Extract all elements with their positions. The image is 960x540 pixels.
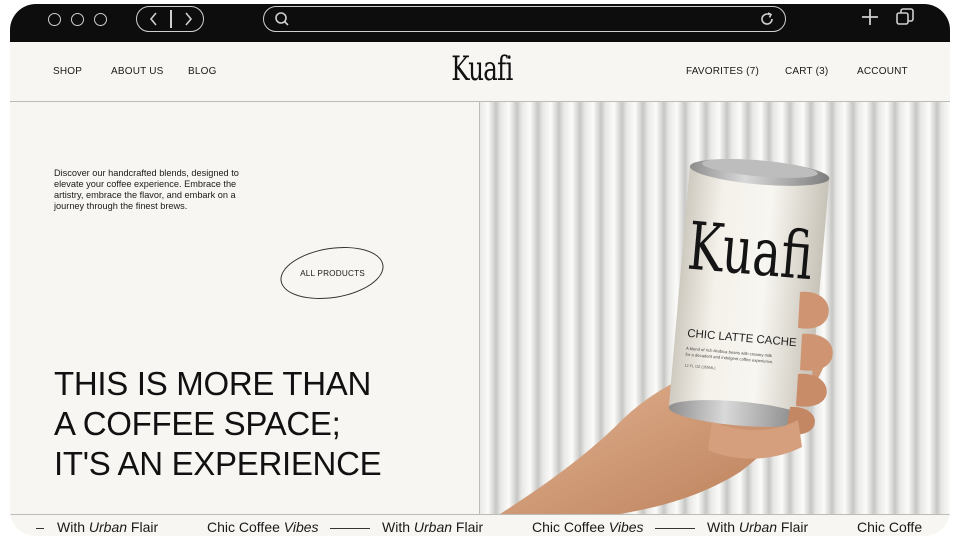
intro-text: Discover our handcrafted blends, designe… xyxy=(54,168,239,211)
nav-about-link[interactable]: ABOUT US xyxy=(111,66,164,77)
hand-holding-can-illustration: Kuafi CHIC LATTE CACHE A blend of rich A… xyxy=(500,158,833,514)
marquee-banner: With Urban Flair Chic Coffee Vibes With … xyxy=(10,514,950,536)
all-products-button[interactable]: ALL PRODUCTS xyxy=(276,240,388,306)
browser-toolbar xyxy=(10,4,950,42)
address-bar[interactable] xyxy=(263,6,786,32)
marquee-item: Chic Coffee Vibes xyxy=(532,519,644,535)
forward-icon xyxy=(184,11,192,26)
url-input[interactable] xyxy=(298,10,738,28)
marquee-item: With Urban Flair xyxy=(707,519,809,535)
all-products-label: ALL PRODUCTS xyxy=(299,268,365,278)
window-dot-icon[interactable] xyxy=(48,13,61,26)
back-button[interactable] xyxy=(137,7,170,30)
marquee-item: Chic Coffee Vibes xyxy=(207,519,319,535)
site-logo[interactable]: Kuafi xyxy=(451,49,513,89)
marquee-divider xyxy=(36,528,44,529)
nav-favorites-link[interactable]: FAVORITES (7) xyxy=(686,66,759,77)
nav-account-link[interactable]: ACCOUNT xyxy=(857,66,908,77)
nav-cart-link[interactable]: CART (3) xyxy=(785,66,828,77)
nav-shop-link[interactable]: SHOP xyxy=(53,66,82,77)
new-tab-icon[interactable] xyxy=(860,7,880,27)
marquee-item: With Urban Flair xyxy=(57,519,159,535)
forward-button[interactable] xyxy=(171,7,204,30)
headline-line: THIS IS MORE THAN xyxy=(54,365,371,402)
browser-window: SHOP ABOUT US BLOG Kuafi FAVORITES (7) C… xyxy=(10,4,950,536)
tabs-icon[interactable] xyxy=(895,7,915,27)
hero-headline: THIS IS MORE THAN A COFFEE SPACE; IT'S A… xyxy=(54,364,454,484)
headline-line: A COFFEE SPACE; xyxy=(54,405,341,442)
marquee-divider xyxy=(330,528,370,529)
hero-image: Kuafi CHIC LATTE CACHE A blend of rich A… xyxy=(480,102,950,514)
can-brand: Kuafi xyxy=(685,208,816,296)
hero-text-panel: Discover our handcrafted blends, designe… xyxy=(10,102,480,514)
reload-icon[interactable] xyxy=(759,11,775,27)
marquee-item: Chic Coffe xyxy=(857,519,923,535)
back-icon xyxy=(149,11,157,26)
headline-line: IT'S AN EXPERIENCE xyxy=(54,445,382,482)
search-icon xyxy=(275,12,289,26)
nav-blog-link[interactable]: BLOG xyxy=(188,66,217,77)
site-header: SHOP ABOUT US BLOG Kuafi FAVORITES (7) C… xyxy=(10,42,950,102)
history-controls xyxy=(136,6,204,32)
marquee-divider xyxy=(655,528,695,529)
window-dot-icon[interactable] xyxy=(71,13,84,26)
marquee-item: With Urban Flair xyxy=(382,519,484,535)
window-dot-icon[interactable] xyxy=(94,13,107,26)
